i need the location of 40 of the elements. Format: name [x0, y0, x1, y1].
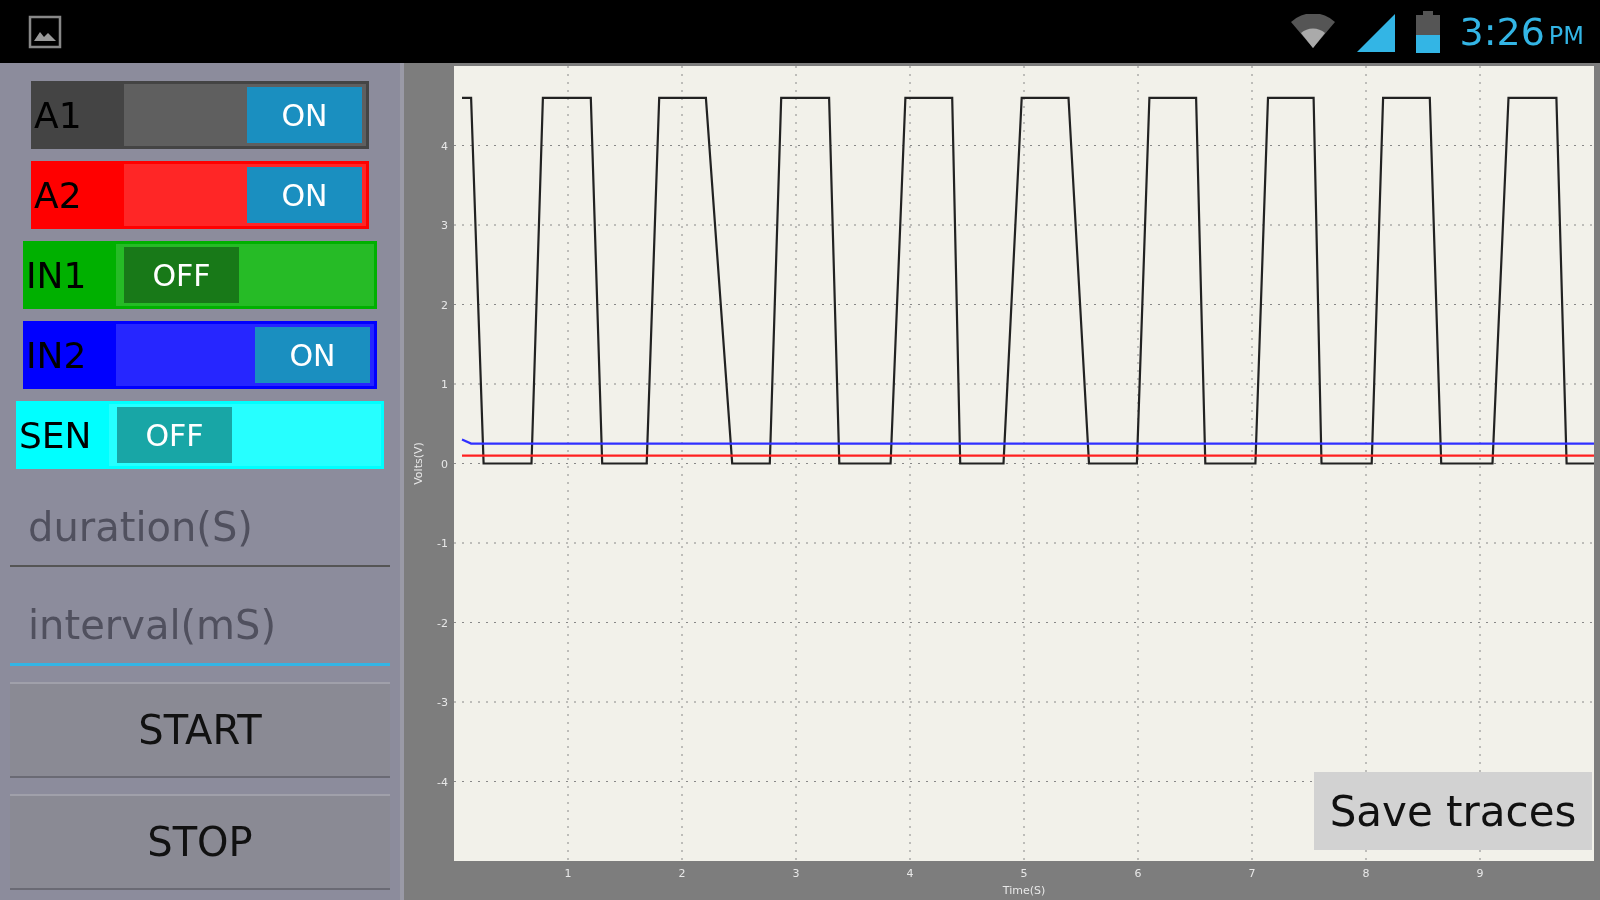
input-field[interactable]: duration(S) — [10, 489, 390, 567]
y-tick-label: 3 — [441, 219, 448, 232]
x-tick-label: 9 — [1476, 867, 1484, 880]
x-tick-label: 7 — [1248, 867, 1256, 880]
x-tick-label: 6 — [1134, 867, 1142, 880]
y-tick-label: -4 — [437, 775, 448, 789]
x-tick-label: 2 — [678, 867, 686, 880]
x-tick-label: 3 — [792, 867, 800, 880]
wifi-icon — [1289, 13, 1338, 50]
y-tick-label: -2 — [437, 616, 448, 630]
y-tick-label: 0 — [441, 457, 448, 471]
battery-icon — [1415, 10, 1442, 53]
toggle-switch[interactable]: ON — [124, 164, 366, 226]
y-tick-label: -1 — [437, 537, 448, 550]
switch-thumb[interactable]: ON — [255, 327, 370, 383]
action-button[interactable]: START — [10, 682, 390, 778]
switch-thumb[interactable]: ON — [247, 167, 362, 223]
x-axis-label: Time(S) — [1002, 884, 1046, 897]
toggle-switch[interactable]: OFF — [109, 404, 381, 466]
x-tick-label: 8 — [1362, 867, 1370, 880]
y-tick-label: 4 — [441, 139, 448, 153]
x-tick-label: 1 — [564, 867, 572, 880]
save-traces-button[interactable]: Save traces — [1314, 772, 1592, 850]
switch-thumb[interactable]: ON — [247, 87, 362, 143]
gallery-icon — [28, 14, 62, 49]
y-tick-label: 1 — [441, 378, 448, 391]
clock-period: PM — [1548, 21, 1584, 50]
x-tick-label: 5 — [1020, 867, 1028, 880]
switch-thumb[interactable]: OFF — [124, 247, 239, 303]
y-tick-label: 2 — [441, 298, 448, 312]
switch-thumb[interactable]: OFF — [117, 407, 232, 463]
input-field[interactable]: interval(mS) — [10, 587, 390, 666]
toggle-switch[interactable]: ON — [124, 84, 366, 146]
toggle-switch[interactable]: ON — [116, 324, 374, 386]
y-axis-label: Volts(V) — [412, 442, 425, 485]
clock-time: 3:26 — [1459, 9, 1545, 54]
y-tick-label: -3 — [437, 696, 448, 709]
toggle-switch[interactable]: OFF — [116, 244, 374, 306]
action-button[interactable]: STOP — [10, 794, 390, 890]
x-tick-label: 4 — [906, 867, 914, 880]
